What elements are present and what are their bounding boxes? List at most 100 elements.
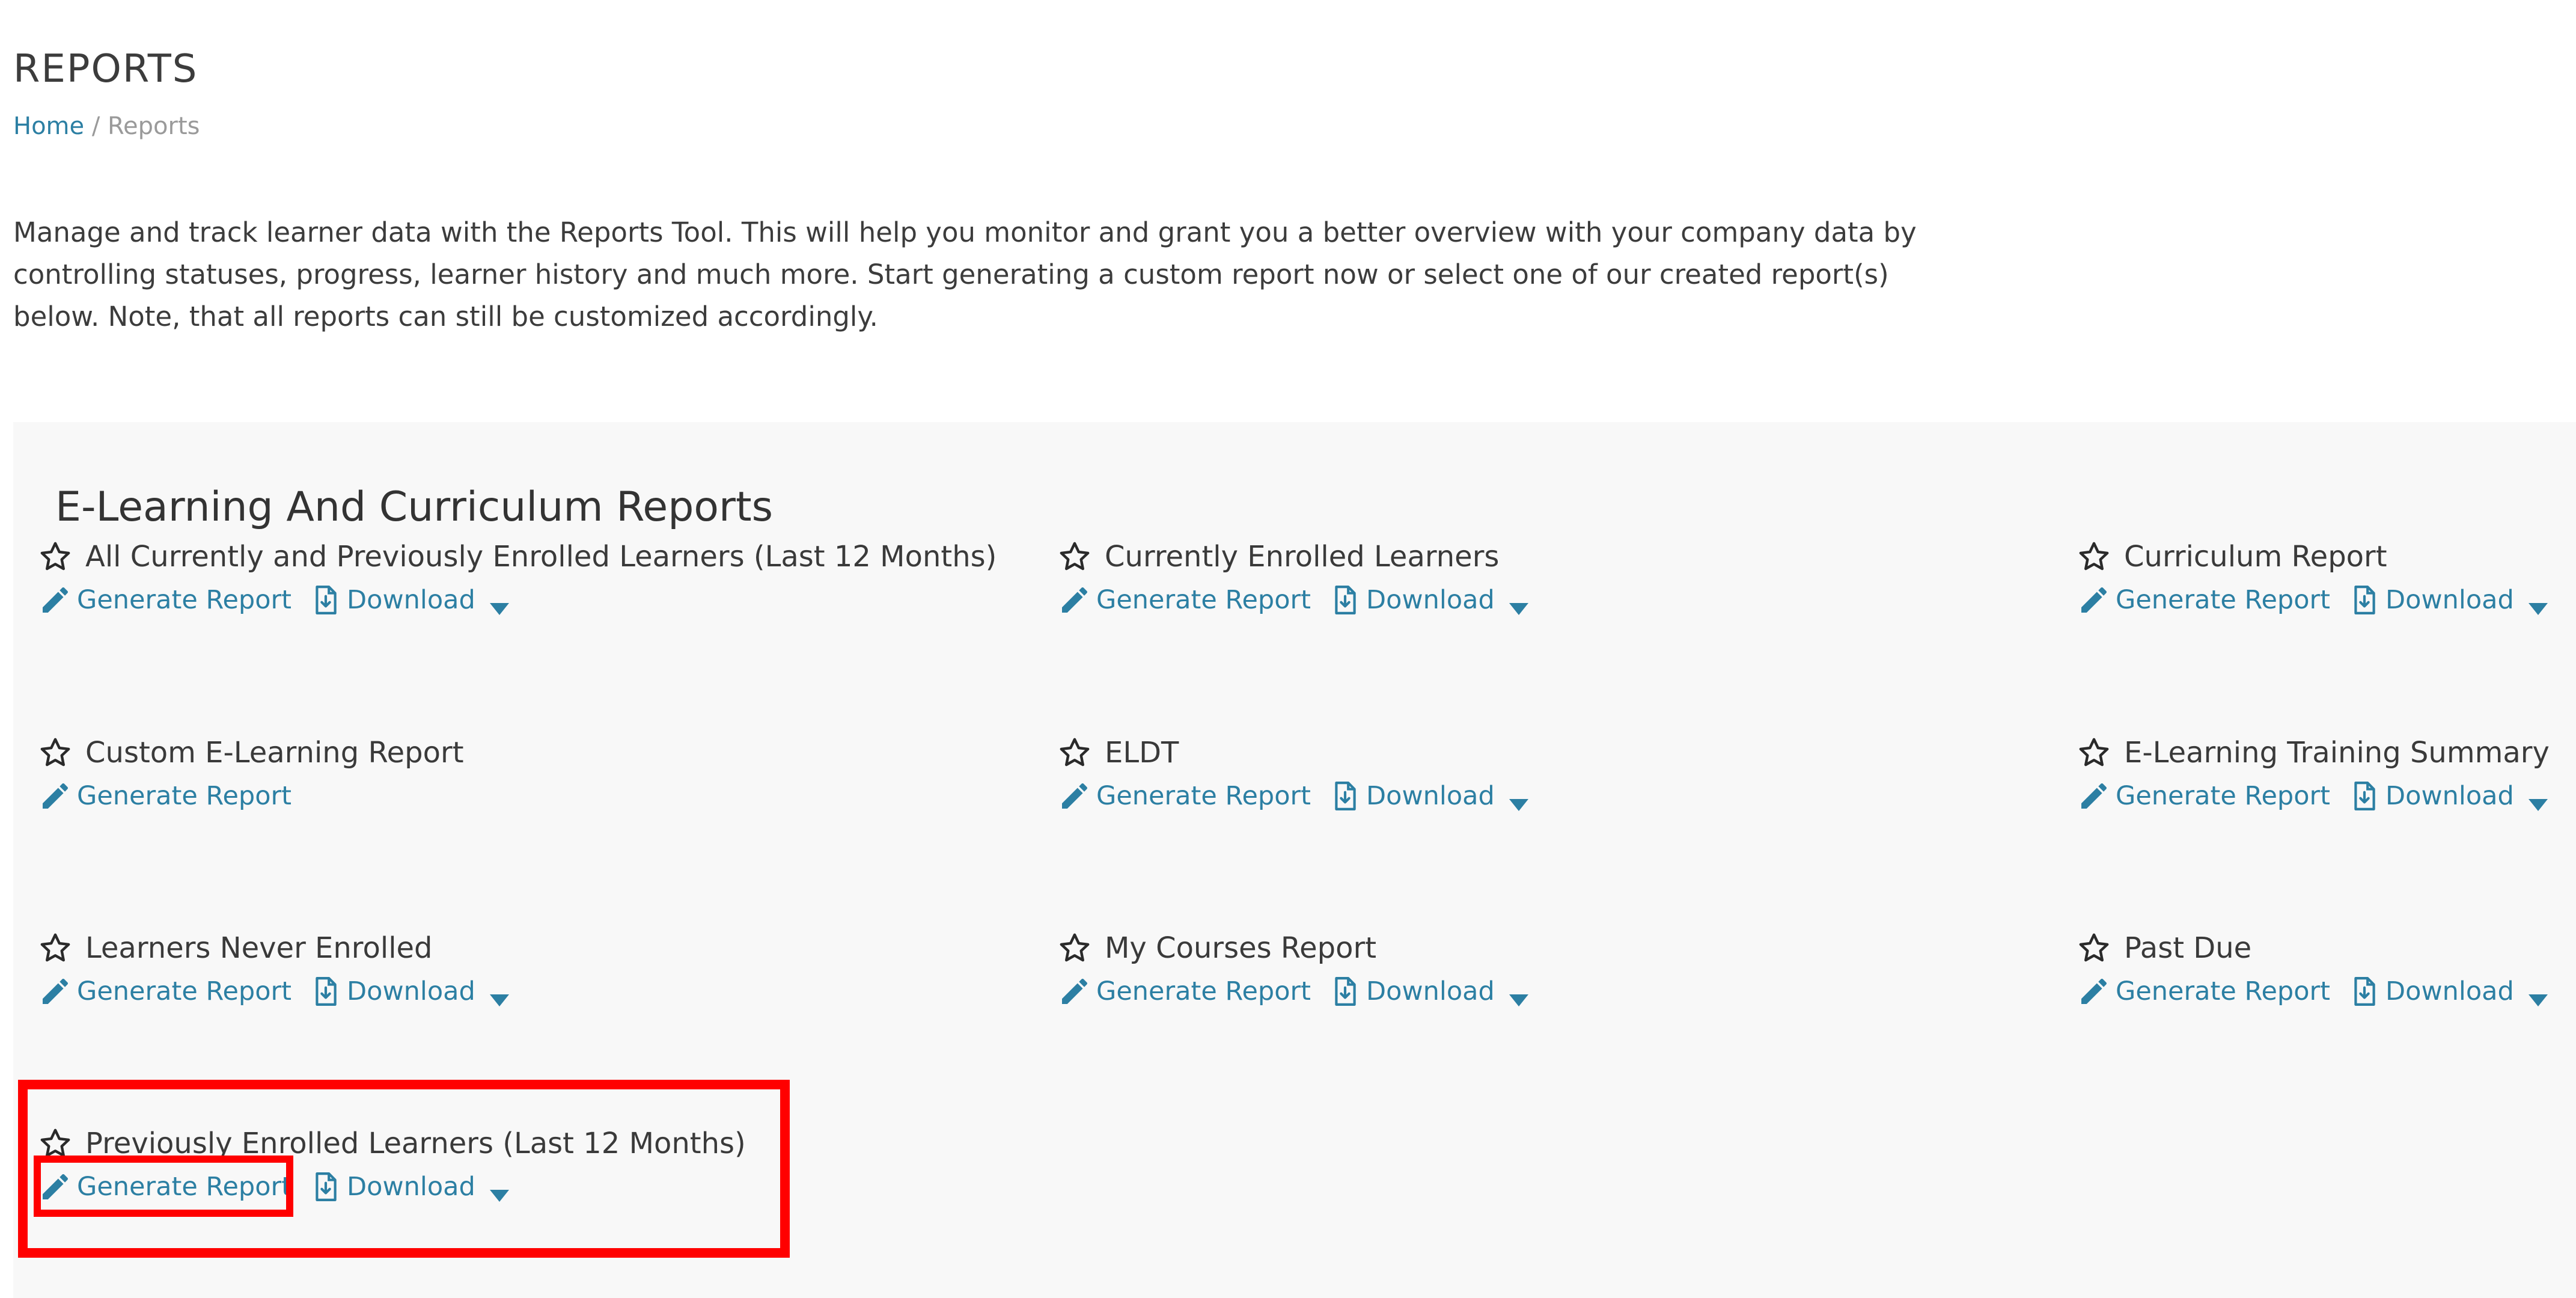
file-download-icon <box>2351 781 2378 811</box>
file-download-icon <box>1331 781 1359 811</box>
report-header: Learners Never Enrolled <box>38 930 509 966</box>
report-name: Curriculum Report <box>2124 540 2387 574</box>
star-icon[interactable] <box>38 1127 72 1160</box>
download-dropdown-button[interactable]: Download <box>1331 781 1528 811</box>
caret-down-icon <box>489 985 509 1006</box>
file-download-icon <box>312 1172 340 1202</box>
report-actions: Generate Report Download <box>1058 973 1528 1009</box>
pencil-icon <box>1058 583 1091 617</box>
section-title: E-Learning And Curriculum Reports <box>55 483 774 531</box>
generate-report-label: Generate Report <box>2116 976 2331 1006</box>
file-download-icon <box>312 976 340 1006</box>
report-name: Previously Enrolled Learners (Last 12 Mo… <box>85 1127 746 1160</box>
generate-report-button[interactable]: Generate Report <box>38 1170 291 1204</box>
report-header: E-Learning Training Summary <box>2077 735 2550 771</box>
report-header: Past Due <box>2077 930 2548 966</box>
generate-report-button[interactable]: Generate Report <box>2077 975 2330 1008</box>
report-actions: Generate Report Download <box>2077 973 2548 1009</box>
star-icon[interactable] <box>38 931 72 965</box>
report-item-previously-enrolled-learners-last-12-months: Previously Enrolled Learners (Last 12 Mo… <box>38 1125 746 1205</box>
download-label: Download <box>1366 584 1495 615</box>
report-item-all-currently-and-previously-enrolled-learners-last-12-months: All Currently and Previously Enrolled Le… <box>38 539 997 618</box>
breadcrumb-separator: / <box>91 112 100 140</box>
page-title: REPORTS <box>13 46 198 91</box>
report-name: All Currently and Previously Enrolled Le… <box>85 540 997 574</box>
intro-text: Manage and track learner data with the R… <box>13 216 1917 332</box>
generate-report-label: Generate Report <box>77 1171 292 1202</box>
report-item-custom-e-learning-report: Custom E-Learning Report Generate Report <box>38 735 464 814</box>
report-name: E-Learning Training Summary <box>2124 736 2550 770</box>
report-header: All Currently and Previously Enrolled Le… <box>38 539 997 575</box>
pencil-icon <box>38 1170 72 1204</box>
caret-down-icon <box>1509 985 1528 1006</box>
caret-down-icon <box>1509 790 1528 811</box>
report-actions: Generate Report Download <box>1058 582 1528 618</box>
star-icon[interactable] <box>38 736 72 770</box>
star-icon[interactable] <box>2077 736 2111 770</box>
star-icon[interactable] <box>38 540 72 574</box>
generate-report-button[interactable]: Generate Report <box>2077 583 2330 617</box>
generate-report-button[interactable]: Generate Report <box>38 779 291 813</box>
generate-report-button[interactable]: Generate Report <box>38 583 291 617</box>
caret-down-icon <box>2528 985 2548 1006</box>
breadcrumb: Home / Reports <box>13 114 200 138</box>
report-actions: Generate Report Download <box>38 1169 746 1205</box>
report-actions: Generate Report Download <box>1058 778 1528 814</box>
report-name: Custom E-Learning Report <box>85 736 464 770</box>
file-download-icon <box>2351 976 2378 1006</box>
report-item-curriculum-report: Curriculum Report Generate Report Download <box>2077 539 2548 618</box>
download-dropdown-button[interactable]: Download <box>2351 781 2548 811</box>
report-name: ELDT <box>1105 736 1179 770</box>
caret-down-icon <box>1509 594 1528 615</box>
generate-report-label: Generate Report <box>2116 780 2331 811</box>
report-actions: Generate Report Download <box>2077 778 2550 814</box>
download-dropdown-button[interactable]: Download <box>1331 585 1528 615</box>
generate-report-button[interactable]: Generate Report <box>1058 975 1311 1008</box>
download-dropdown-button[interactable]: Download <box>312 1172 509 1202</box>
file-download-icon <box>1331 976 1359 1006</box>
download-label: Download <box>2385 584 2514 615</box>
generate-report-label: Generate Report <box>77 584 292 615</box>
generate-report-button[interactable]: Generate Report <box>2077 779 2330 813</box>
file-download-icon <box>1331 585 1359 615</box>
caret-down-icon <box>489 1181 509 1202</box>
generate-report-label: Generate Report <box>2116 584 2331 615</box>
breadcrumb-home-link[interactable]: Home <box>13 112 84 140</box>
report-actions: Generate Report Download <box>2077 582 2548 618</box>
report-header: Currently Enrolled Learners <box>1058 539 1528 575</box>
report-item-e-learning-training-summary: E-Learning Training Summary Generate Repo… <box>2077 735 2550 814</box>
reports-page: REPORTS Home / Reports Manage and track … <box>0 0 2576 1298</box>
generate-report-button[interactable]: Generate Report <box>1058 583 1311 617</box>
pencil-icon <box>38 975 72 1008</box>
report-header: Previously Enrolled Learners (Last 12 Mo… <box>38 1125 746 1162</box>
pencil-icon <box>2077 583 2111 617</box>
star-icon[interactable] <box>2077 931 2111 965</box>
download-label: Download <box>347 1171 475 1202</box>
report-item-learners-never-enrolled: Learners Never Enrolled Generate Report Do… <box>38 930 509 1009</box>
report-name: Currently Enrolled Learners <box>1105 540 1500 574</box>
star-icon[interactable] <box>1058 931 1091 965</box>
download-label: Download <box>2385 976 2514 1006</box>
download-label: Download <box>347 976 475 1006</box>
generate-report-button[interactable]: Generate Report <box>1058 779 1311 813</box>
star-icon[interactable] <box>1058 736 1091 770</box>
report-name: Past Due <box>2124 931 2252 965</box>
breadcrumb-current: Reports <box>108 112 200 140</box>
pencil-icon <box>38 779 72 813</box>
download-dropdown-button[interactable]: Download <box>312 976 509 1006</box>
generate-report-label: Generate Report <box>77 976 292 1006</box>
generate-report-button[interactable]: Generate Report <box>38 975 291 1008</box>
download-dropdown-button[interactable]: Download <box>312 585 509 615</box>
download-label: Download <box>1366 780 1495 811</box>
report-actions: Generate Report Download <box>38 973 509 1009</box>
download-dropdown-button[interactable]: Download <box>2351 976 2548 1006</box>
download-dropdown-button[interactable]: Download <box>1331 976 1528 1006</box>
generate-report-label: Generate Report <box>1096 584 1311 615</box>
star-icon[interactable] <box>2077 540 2111 574</box>
download-dropdown-button[interactable]: Download <box>2351 585 2548 615</box>
pencil-icon <box>1058 975 1091 1008</box>
report-item-my-courses-report: My Courses Report Generate Report Download <box>1058 930 1528 1009</box>
star-icon[interactable] <box>1058 540 1091 574</box>
generate-report-label: Generate Report <box>77 780 292 811</box>
caret-down-icon <box>489 594 509 615</box>
